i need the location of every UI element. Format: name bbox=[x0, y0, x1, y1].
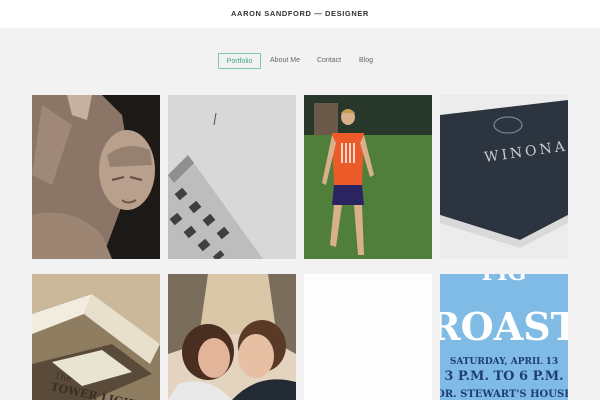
portfolio-item-roast-poster[interactable]: FIG ROAST SATURDAY, APRIL 13 3 P.M. TO 6… bbox=[440, 274, 568, 400]
site-title[interactable]: AARON SANDFORD — DESIGNER bbox=[231, 9, 369, 18]
nav-blog[interactable]: Blog bbox=[352, 53, 380, 69]
building-image bbox=[168, 95, 296, 259]
poster-line-3: DR. STEWART'S HOUSE bbox=[440, 389, 568, 400]
poster-line-1: SATURDAY, APRIL 13 bbox=[450, 357, 558, 367]
main-nav: Portfolio About Me Contact Blog bbox=[0, 53, 600, 69]
couple-image bbox=[168, 274, 296, 400]
nav-portfolio[interactable]: Portfolio bbox=[218, 53, 261, 69]
tower-light-image: The TOWER LIGHT bbox=[32, 274, 160, 400]
book-image: WINONA bbox=[440, 95, 568, 259]
blank-image bbox=[304, 274, 432, 400]
portfolio-item-runner[interactable] bbox=[304, 95, 432, 259]
site-header: AARON SANDFORD — DESIGNER bbox=[0, 0, 600, 28]
portfolio-item-sculpture[interactable] bbox=[32, 95, 160, 259]
runner-image bbox=[304, 95, 432, 259]
portfolio-item-book[interactable]: WINONA bbox=[440, 95, 568, 259]
nav-about-me[interactable]: About Me bbox=[266, 53, 304, 69]
poster-headline: ROAST bbox=[440, 304, 568, 349]
portfolio-item-building[interactable] bbox=[168, 95, 296, 259]
nav-contact[interactable]: Contact bbox=[312, 53, 346, 69]
portfolio-item-blank[interactable] bbox=[304, 274, 432, 400]
roast-poster-image: FIG ROAST SATURDAY, APRIL 13 3 P.M. TO 6… bbox=[440, 274, 568, 400]
portfolio-item-tower-light[interactable]: The TOWER LIGHT bbox=[32, 274, 160, 400]
sculpture-image bbox=[32, 95, 160, 259]
portfolio-item-couple[interactable] bbox=[168, 274, 296, 400]
poster-line-2: 3 P.M. TO 6 P.M. bbox=[444, 369, 563, 384]
poster-partial-heading: FIG bbox=[482, 274, 527, 286]
